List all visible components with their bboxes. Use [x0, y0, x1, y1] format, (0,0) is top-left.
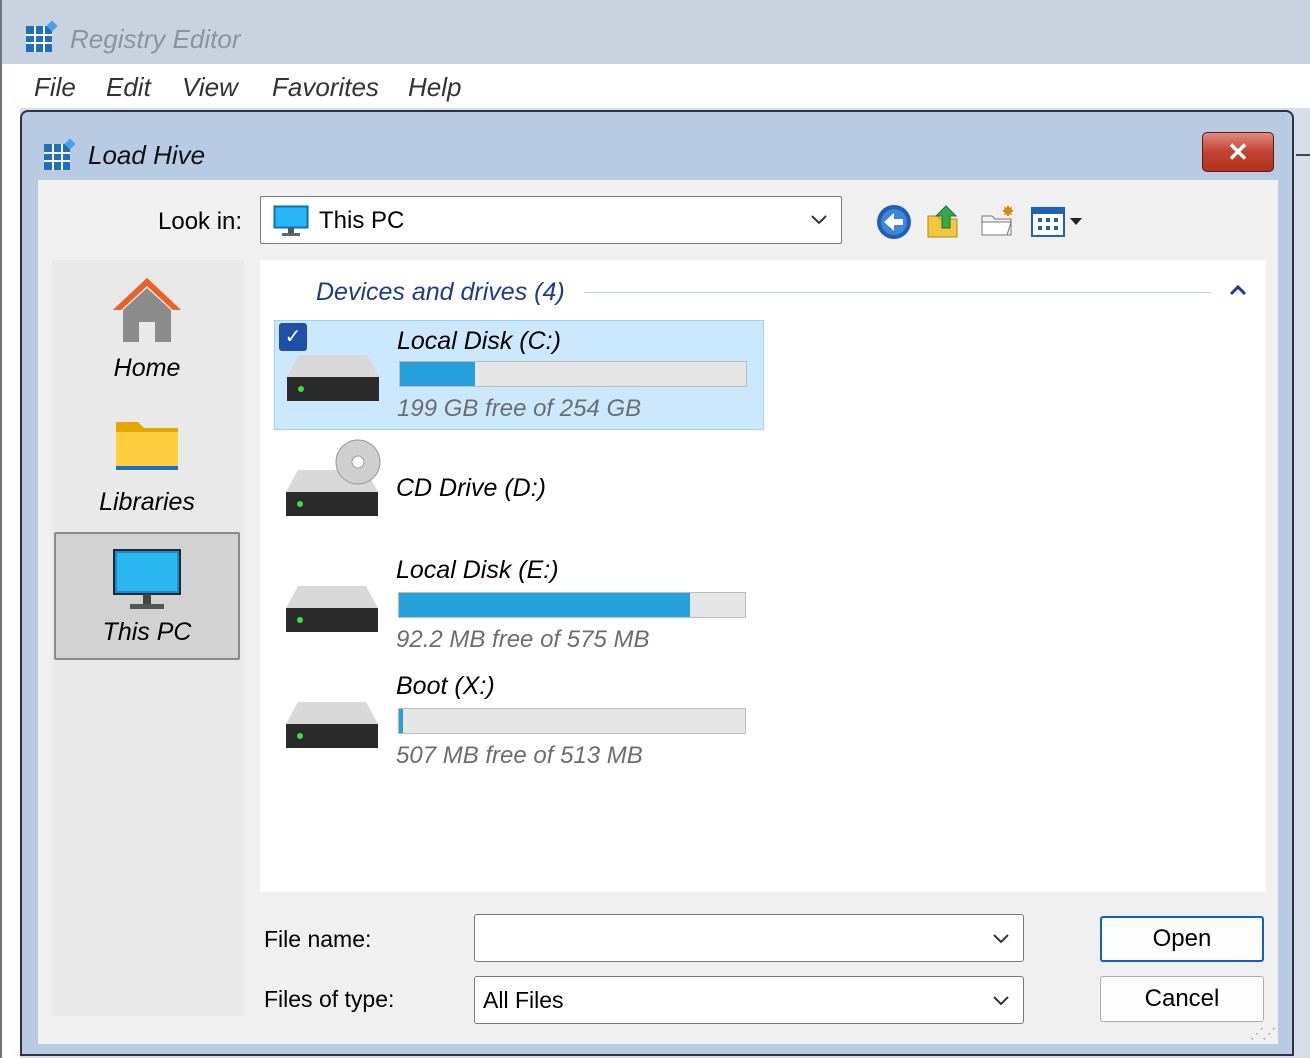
new-folder-icon[interactable]	[978, 202, 1018, 242]
resize-grip-icon[interactable]: ⋰⋰	[1250, 1025, 1276, 1042]
chevron-down-icon[interactable]	[991, 990, 1011, 1015]
home-icon	[109, 274, 185, 351]
registry-editor-title: Registry Editor	[70, 24, 241, 54]
look-in-value: This PC	[319, 207, 405, 234]
monitor-icon	[273, 205, 309, 242]
monitor-icon	[112, 548, 182, 617]
drive-name: Local Disk (E:)	[396, 556, 559, 584]
menu-view[interactable]: View	[182, 72, 238, 103]
registry-editor-titlebar: Registry Editor	[0, 0, 1310, 64]
place-label-this-pc: This PC	[102, 618, 192, 646]
drive-usage-fill	[400, 362, 476, 386]
drive-name: Local Disk (C:)	[397, 327, 561, 355]
menu-edit[interactable]: Edit	[106, 72, 151, 103]
drive-item-e[interactable]: Local Disk (E:) 92.2 MB free of 575 MB	[274, 552, 764, 662]
place-libraries[interactable]: Libraries	[54, 400, 240, 528]
open-button[interactable]: Open	[1100, 916, 1264, 962]
dialog-client-area: Look in: This PC Home Libraries This PC …	[38, 180, 1278, 1044]
close-button[interactable]: ✕	[1202, 132, 1274, 172]
look-in-label: Look in:	[158, 208, 243, 235]
drive-free-text: 92.2 MB free of 575 MB	[396, 626, 650, 653]
hard-drive-icon	[285, 351, 381, 410]
place-label-libraries: Libraries	[99, 488, 195, 516]
drive-usage-fill	[399, 709, 404, 733]
registry-editor-edge	[0, 64, 20, 1058]
chevron-down-icon	[809, 209, 829, 234]
hard-drive-icon	[284, 698, 380, 757]
drive-name: Boot (X:)	[396, 672, 495, 700]
chevron-down-icon[interactable]	[991, 928, 1011, 953]
view-menu-icon[interactable]	[1030, 202, 1090, 242]
load-hive-dialog: Load Hive ✕ Look in: This PC Home Librar…	[20, 110, 1294, 1056]
drive-usage-fill	[399, 593, 690, 617]
places-bar: Home Libraries This PC	[52, 260, 244, 1016]
checkbox-icon[interactable]: ✓	[279, 323, 307, 351]
drive-item-d[interactable]: CD Drive (D:)	[274, 436, 764, 546]
files-of-type-combobox[interactable]: All Files	[474, 976, 1024, 1024]
folder-icon	[112, 414, 182, 479]
drive-item-c[interactable]: ✓ Local Disk (C:) 199 GB free of 254 GB	[274, 320, 764, 430]
close-icon: ✕	[1227, 136, 1249, 167]
drive-name: CD Drive (D:)	[396, 474, 546, 502]
drive-usage-bar	[398, 592, 746, 618]
look-in-combobox[interactable]: This PC	[260, 196, 842, 244]
back-icon[interactable]	[874, 202, 914, 242]
place-label-home: Home	[113, 354, 181, 382]
drive-free-text: 507 MB free of 513 MB	[396, 742, 643, 769]
divider	[1296, 154, 1310, 156]
file-name-combobox[interactable]	[474, 914, 1024, 962]
hard-drive-icon	[284, 582, 380, 641]
dialog-title: Load Hive	[88, 140, 206, 170]
group-divider	[584, 292, 1212, 293]
menu-favorites[interactable]: Favorites	[272, 72, 379, 103]
menu-help[interactable]: Help	[408, 72, 461, 103]
chevron-up-icon[interactable]	[1228, 280, 1248, 303]
place-this-pc[interactable]: This PC	[54, 532, 240, 660]
place-home[interactable]: Home	[54, 266, 240, 394]
files-of-type-value: All Files	[483, 987, 564, 1013]
dialog-titlebar[interactable]: Load Hive ✕	[22, 112, 1292, 180]
registry-icon	[42, 138, 76, 177]
menu-file[interactable]: File	[34, 72, 76, 103]
file-list-view[interactable]: Devices and drives (4) ✓ Local Disk (C:)…	[260, 260, 1266, 892]
files-of-type-label: Files of type:	[264, 986, 395, 1012]
drive-free-text: 199 GB free of 254 GB	[397, 395, 642, 422]
drive-item-x[interactable]: Boot (X:) 507 MB free of 513 MB	[274, 668, 764, 778]
up-folder-icon[interactable]	[924, 202, 964, 242]
file-name-label: File name:	[264, 926, 372, 952]
drive-usage-bar	[399, 361, 747, 387]
cd-drive-icon	[284, 436, 384, 525]
drive-usage-bar	[398, 708, 746, 734]
registry-icon	[24, 20, 58, 59]
registry-editor-menubar: File Edit View Favorites Help	[18, 64, 1310, 108]
cancel-button[interactable]: Cancel	[1100, 976, 1264, 1022]
group-header: Devices and drives (4)	[316, 278, 565, 306]
